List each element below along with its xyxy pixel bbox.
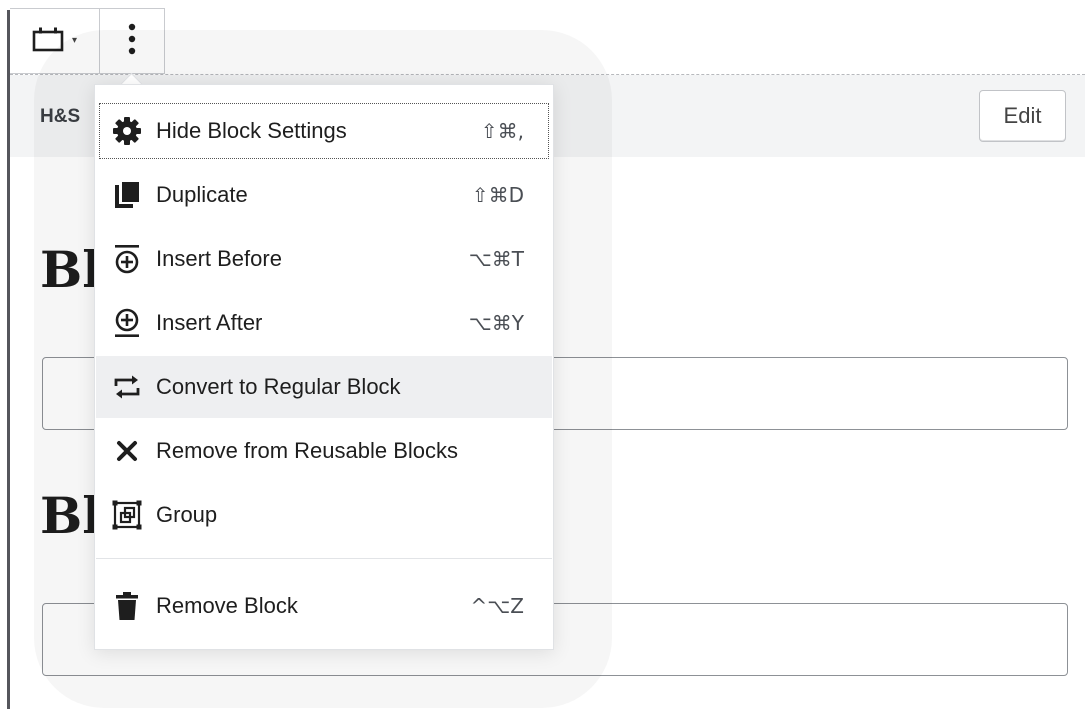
- menu-item-duplicate[interactable]: Duplicate ⇧⌘D: [96, 164, 552, 226]
- menu-item-label: Duplicate: [156, 182, 248, 207]
- block-settings-menu: Hide Block Settings ⇧⌘, Duplicate ⇧⌘D In…: [94, 84, 554, 650]
- trash-icon: [96, 591, 156, 621]
- menu-item-remove-block[interactable]: Remove Block ^⌥Z: [96, 575, 552, 637]
- insert-after-icon: [96, 308, 156, 338]
- menu-item-shortcut: ⇧⌘,: [480, 119, 524, 143]
- menu-item-shortcut: ⇧⌘D: [471, 183, 524, 207]
- menu-item-label: Hide Block Settings: [156, 118, 347, 143]
- menu-item-label: Remove Block: [156, 593, 298, 618]
- duplicate-icon: [96, 181, 156, 209]
- menu-item-hide-block-settings[interactable]: Hide Block Settings ⇧⌘,: [96, 100, 552, 162]
- menu-item-insert-after[interactable]: Insert After ⌥⌘Y: [96, 292, 552, 354]
- close-icon: [96, 440, 156, 462]
- edit-button[interactable]: Edit: [979, 90, 1066, 142]
- convert-icon: [96, 375, 156, 399]
- menu-item-remove-from-reusable-blocks[interactable]: Remove from Reusable Blocks: [96, 420, 552, 482]
- menu-item-label: Convert to Regular Block: [156, 374, 401, 399]
- menu-item-label: Group: [156, 502, 218, 527]
- menu-item-shortcut: ⌥⌘T: [468, 247, 524, 271]
- menu-item-group[interactable]: Group: [96, 484, 552, 546]
- menu-item-insert-before[interactable]: Insert Before ⌥⌘T: [96, 228, 552, 290]
- menu-item-convert-to-regular-block[interactable]: Convert to Regular Block: [96, 356, 552, 418]
- menu-item-label: Insert After: [156, 310, 263, 335]
- menu-divider: [96, 558, 552, 559]
- insert-before-icon: [96, 244, 156, 274]
- menu-item-label: Insert Before: [156, 246, 282, 271]
- gear-icon: [96, 116, 156, 146]
- menu-item-shortcut: ⌥⌘Y: [468, 311, 524, 335]
- menu-item-shortcut: ^⌥Z: [470, 594, 524, 618]
- menu-item-label: Remove from Reusable Blocks: [156, 438, 459, 463]
- group-icon: [96, 500, 156, 530]
